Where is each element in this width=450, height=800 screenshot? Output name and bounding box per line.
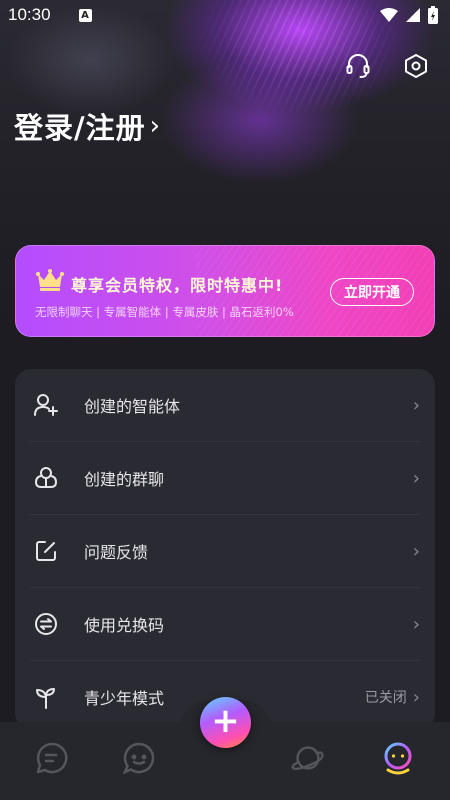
- chevron-right-icon: ›: [412, 613, 420, 635]
- vip-subtitle: 无限制聊天 | 专属智能体 | 专属皮肤 | 晶石返利0%: [35, 305, 294, 319]
- signal-icon: [406, 8, 420, 22]
- vip-title: 尊享会员特权，限时特惠中!: [71, 276, 284, 295]
- profile-icon[interactable]: [380, 740, 416, 776]
- planet-icon[interactable]: [290, 740, 326, 776]
- settings-hex-icon[interactable]: [400, 50, 432, 82]
- exchange-icon: [32, 610, 60, 638]
- wifi-icon: [380, 8, 398, 22]
- menu-item-redeem-code[interactable]: 使用兑换码 ›: [30, 588, 420, 660]
- edit-icon: [32, 537, 60, 565]
- status-icons: [380, 6, 438, 24]
- menu-item-label: 创建的智能体: [84, 397, 181, 416]
- menu-item-feedback[interactable]: 问题反馈 ›: [30, 515, 420, 587]
- menu-item-label: 使用兑换码: [84, 616, 165, 635]
- header-actions: [342, 50, 432, 82]
- chevron-right-icon: ›: [412, 540, 420, 562]
- group-icon: [32, 464, 60, 492]
- sprout-icon: [32, 683, 60, 711]
- headset-icon[interactable]: [342, 50, 374, 82]
- notification-icon: A: [78, 8, 92, 22]
- menu-item-label: 创建的群聊: [84, 470, 165, 489]
- menu-item-created-agents[interactable]: 创建的智能体 ›: [30, 369, 420, 441]
- create-fab-button[interactable]: +: [200, 697, 251, 748]
- chevron-right-icon: ›: [412, 467, 420, 489]
- chat-icon[interactable]: [34, 740, 70, 776]
- plus-icon: +: [211, 701, 240, 741]
- login-register-label: 登录/注册: [14, 111, 146, 145]
- chevron-right-icon: ›: [412, 394, 420, 416]
- status-time: 10:30: [8, 5, 51, 24]
- activate-vip-button[interactable]: 立即开通: [330, 278, 414, 306]
- battery-charging-icon: [428, 6, 438, 24]
- menu-item-created-groups[interactable]: 创建的群聊 ›: [30, 442, 420, 514]
- decorative-wave: [160, 0, 450, 200]
- discover-icon[interactable]: [121, 740, 157, 776]
- add-user-icon: [32, 391, 60, 419]
- teen-mode-status: 已关闭: [364, 690, 407, 706]
- chevron-right-icon: ›: [412, 686, 420, 708]
- vip-banner[interactable]: 尊享会员特权，限时特惠中! 无限制聊天 | 专属智能体 | 专属皮肤 | 晶石返…: [15, 245, 435, 337]
- crown-icon: [36, 268, 64, 296]
- chevron-right-icon: ›: [149, 111, 161, 141]
- menu-item-label: 问题反馈: [84, 543, 149, 562]
- menu-item-label: 青少年模式: [84, 689, 165, 708]
- status-bar: 10:30 A: [0, 0, 450, 30]
- login-register-link[interactable]: 登录/注册 ›: [14, 105, 161, 147]
- menu-card: 创建的智能体 › 创建的群聊 › 问题反馈 › 使用兑换码 › 青少年模式 已关…: [15, 369, 435, 729]
